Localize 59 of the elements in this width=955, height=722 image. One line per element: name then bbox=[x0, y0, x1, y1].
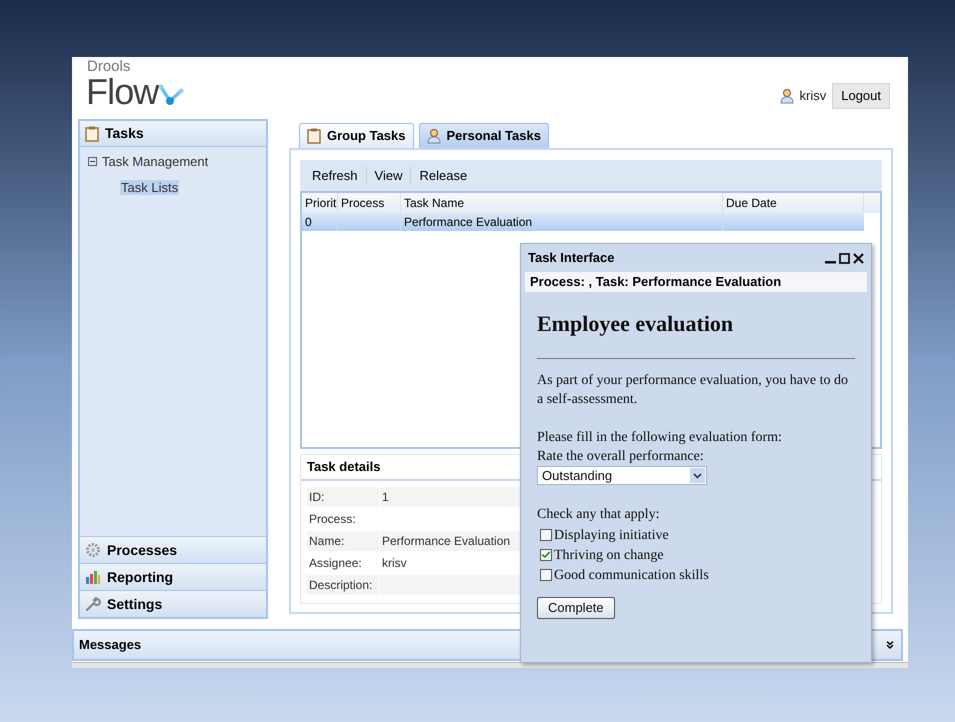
toolbar-button[interactable]: Refresh bbox=[304, 166, 366, 186]
checkbox[interactable] bbox=[540, 569, 552, 581]
tree-item[interactable]: Task Lists bbox=[120, 180, 180, 195]
panel-title: Tasks bbox=[105, 124, 144, 144]
panel-header[interactable]: Settings bbox=[80, 590, 266, 618]
field-label: Assignee: bbox=[308, 555, 363, 572]
checkbox[interactable] bbox=[540, 529, 552, 541]
messages-title: Messages bbox=[79, 636, 142, 654]
logo-subtitle: Drools bbox=[87, 59, 132, 74]
close-icon[interactable] bbox=[853, 252, 864, 264]
checkbox-label: Thriving on change bbox=[554, 546, 664, 564]
clipboard-icon bbox=[307, 128, 321, 144]
dialog-subtitle: Process: , Task: Performance Evaluation bbox=[530, 273, 782, 292]
table-cell-text: Performance Evaluation bbox=[404, 214, 532, 232]
gear-icon bbox=[85, 542, 101, 558]
wrench-icon bbox=[85, 596, 101, 612]
collapse-icon[interactable] bbox=[88, 157, 97, 166]
person-icon bbox=[426, 128, 441, 144]
panel-title: Reporting bbox=[107, 568, 174, 587]
field-value: krisv bbox=[381, 555, 408, 572]
panel-title: Processes bbox=[107, 540, 178, 560]
logo-mark-icon bbox=[158, 83, 184, 107]
toolbar-button[interactable]: View bbox=[366, 166, 410, 186]
maximize-icon[interactable] bbox=[839, 252, 850, 264]
tab[interactable]: Personal Tasks bbox=[418, 123, 549, 148]
intro-text: As part of your performance evaluation, you have to do a self-assessment. bbox=[537, 372, 850, 409]
field-label: Process: bbox=[308, 511, 357, 528]
rating-select[interactable]: Outstanding bbox=[537, 466, 707, 485]
panel-title: Settings bbox=[107, 594, 162, 614]
clipboard-icon bbox=[85, 126, 99, 142]
logout-button[interactable]: Logout bbox=[832, 83, 890, 108]
dialog-title: Task Interface bbox=[528, 249, 614, 268]
field-label: Description: bbox=[307, 575, 379, 596]
table-cell-text: 0 bbox=[305, 214, 312, 232]
form-prompt: Please fill in the following evaluation form: bbox=[537, 429, 783, 447]
field-label: ID: bbox=[307, 487, 379, 508]
checkbox[interactable] bbox=[540, 549, 552, 561]
complete-button[interactable]: Complete bbox=[537, 597, 615, 619]
rating-label: Rate the overall performance: bbox=[537, 448, 705, 466]
checkbox-label: Displaying initiative bbox=[554, 526, 669, 544]
field-label: Name: bbox=[307, 531, 379, 552]
tab[interactable]: Group Tasks bbox=[299, 123, 414, 148]
expand-icon[interactable] bbox=[884, 639, 896, 652]
toolbar-button[interactable]: Release bbox=[411, 166, 476, 186]
checkbox-label: Good communication skills bbox=[554, 566, 709, 584]
tree-item[interactable]: Task Management bbox=[102, 152, 208, 172]
bar-chart-icon bbox=[85, 569, 101, 586]
form-heading: Employee evaluation bbox=[537, 311, 734, 336]
table-row[interactable]: 0 Performance Evaluation bbox=[302, 213, 864, 232]
user-name: krisv bbox=[800, 87, 826, 105]
panel-header[interactable]: Tasks bbox=[80, 121, 266, 148]
field-value: Performance Evaluation bbox=[380, 531, 520, 552]
field-value: 1 bbox=[380, 487, 520, 508]
panel-header[interactable]: Reporting bbox=[80, 563, 266, 590]
person-icon bbox=[780, 88, 794, 104]
panel-header[interactable]: Processes bbox=[80, 536, 266, 564]
checks-label: Check any that apply: bbox=[537, 506, 660, 524]
logo-title: Flow bbox=[86, 74, 158, 110]
details-title: Task details bbox=[307, 458, 380, 476]
